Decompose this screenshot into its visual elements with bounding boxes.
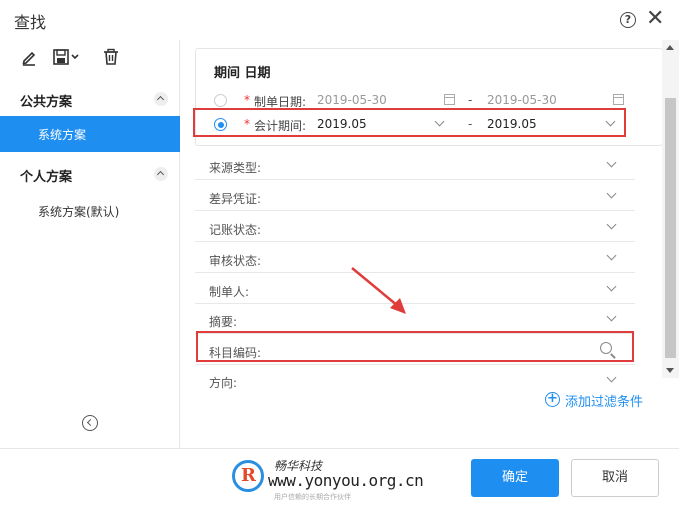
doc-date-to[interactable]: 2019-05-30	[487, 93, 557, 107]
confirm-button[interactable]: 确定	[471, 459, 559, 497]
title-bar: 查找 ? ✕	[0, 0, 679, 40]
search-icon[interactable]	[600, 342, 612, 354]
collapse-sidebar-icon[interactable]	[82, 415, 98, 431]
period-date-card: 期间 日期 * 制单日期: 2019-05-30 - 2019-05-30 * …	[195, 48, 663, 146]
required-mark: *	[244, 117, 250, 131]
filter-account-code[interactable]: 科目编码:	[195, 335, 635, 365]
watermark-tagline: 用户信赖的长期合作伙伴	[274, 493, 351, 501]
acct-period-row: * 会计期间: 2019.05 - 2019.05	[196, 113, 664, 137]
filter-label: 摘要:	[209, 315, 238, 329]
scroll-thumb[interactable]	[665, 98, 676, 358]
personal-scheme-group[interactable]: 个人方案	[0, 159, 180, 189]
filter-label: 审核状态:	[209, 254, 262, 268]
collapse-up-icon[interactable]	[154, 167, 168, 181]
delete-icon[interactable]	[102, 48, 120, 66]
filter-label: 差异凭证:	[209, 192, 262, 206]
watermark-url: www.yonyou.org.cn	[268, 471, 424, 490]
period-title: 期间 日期	[214, 66, 271, 81]
doc-date-from[interactable]: 2019-05-30	[317, 93, 387, 107]
chevron-down-icon[interactable]	[606, 372, 617, 383]
add-filter-label: 添加过滤条件	[565, 395, 644, 410]
scheme-sidebar: 公共方案 系统方案 个人方案 系统方案(默认)	[0, 40, 180, 448]
range-separator: -	[468, 117, 473, 131]
doc-date-radio[interactable]	[214, 94, 227, 107]
public-scheme-label: 公共方案	[20, 95, 73, 110]
public-scheme-group[interactable]: 公共方案	[0, 84, 180, 114]
scheme-item-label: 系统方案	[38, 128, 87, 142]
acct-period-label: 会计期间:	[254, 119, 307, 133]
doc-date-label: 制单日期:	[254, 95, 307, 109]
help-icon[interactable]: ?	[620, 12, 636, 28]
chevron-down-icon[interactable]	[606, 250, 617, 261]
close-icon[interactable]: ✕	[646, 6, 664, 32]
dialog-title: 查找	[14, 13, 47, 32]
chevron-down-icon[interactable]	[606, 157, 617, 168]
acct-period-to[interactable]: 2019.05	[487, 117, 537, 131]
calendar-icon[interactable]	[444, 94, 455, 105]
chevron-down-icon[interactable]	[606, 281, 617, 292]
doc-date-row: * 制单日期: 2019-05-30 - 2019-05-30	[196, 89, 664, 113]
chevron-down-icon[interactable]	[606, 311, 617, 322]
annotation-arrow-icon	[351, 267, 406, 314]
range-separator: -	[468, 93, 473, 107]
watermark-logo: 畅华科技 www.yonyou.org.cn 用户信赖的长期合作伙伴	[232, 457, 452, 501]
filter-label: 记账状态:	[209, 223, 262, 237]
filter-label: 制单人:	[209, 285, 250, 299]
edit-icon[interactable]	[20, 48, 38, 66]
vertical-scrollbar[interactable]	[662, 40, 679, 378]
filter-panel: 期间 日期 * 制单日期: 2019-05-30 - 2019-05-30 * …	[181, 40, 679, 448]
filter-label: 方向:	[209, 376, 238, 390]
add-circle-icon: +	[545, 392, 560, 407]
acct-period-from[interactable]: 2019.05	[317, 117, 367, 131]
scroll-up-arrow-icon[interactable]	[666, 45, 674, 50]
scheme-item-system[interactable]: 系统方案	[0, 116, 180, 152]
chevron-down-icon[interactable]	[434, 116, 445, 127]
filter-source-type[interactable]: 来源类型:	[195, 150, 635, 180]
required-mark: *	[244, 93, 250, 107]
dialog-footer: 畅华科技 www.yonyou.org.cn 用户信赖的长期合作伙伴 确定 取消	[0, 448, 679, 505]
filter-label: 来源类型:	[209, 161, 262, 175]
find-dialog: 查找 ? ✕ 公共方案 系统方案 个人方案 系统方案(默认) 期间 日期 * 制…	[0, 0, 679, 505]
chevron-down-icon[interactable]	[605, 116, 616, 127]
filter-posting-status[interactable]: 记账状态:	[195, 212, 635, 242]
scheme-item-system-default[interactable]: 系统方案(默认)	[0, 193, 180, 229]
cancel-button[interactable]: 取消	[571, 459, 659, 497]
personal-scheme-label: 个人方案	[20, 170, 73, 185]
scroll-down-arrow-icon[interactable]	[666, 368, 674, 373]
acct-period-radio[interactable]	[214, 118, 227, 131]
filter-label: 科目编码:	[209, 346, 262, 360]
brand-logo-icon	[232, 460, 264, 492]
calendar-icon[interactable]	[613, 94, 624, 105]
scheme-item-label: 系统方案(默认)	[38, 205, 120, 219]
filter-diff-voucher[interactable]: 差异凭证:	[195, 181, 635, 211]
save-dropdown-icon[interactable]	[52, 48, 82, 66]
collapse-up-icon[interactable]	[154, 92, 168, 106]
scheme-toolbar	[0, 40, 180, 76]
chevron-down-icon[interactable]	[606, 188, 617, 199]
chevron-down-icon[interactable]	[606, 219, 617, 230]
